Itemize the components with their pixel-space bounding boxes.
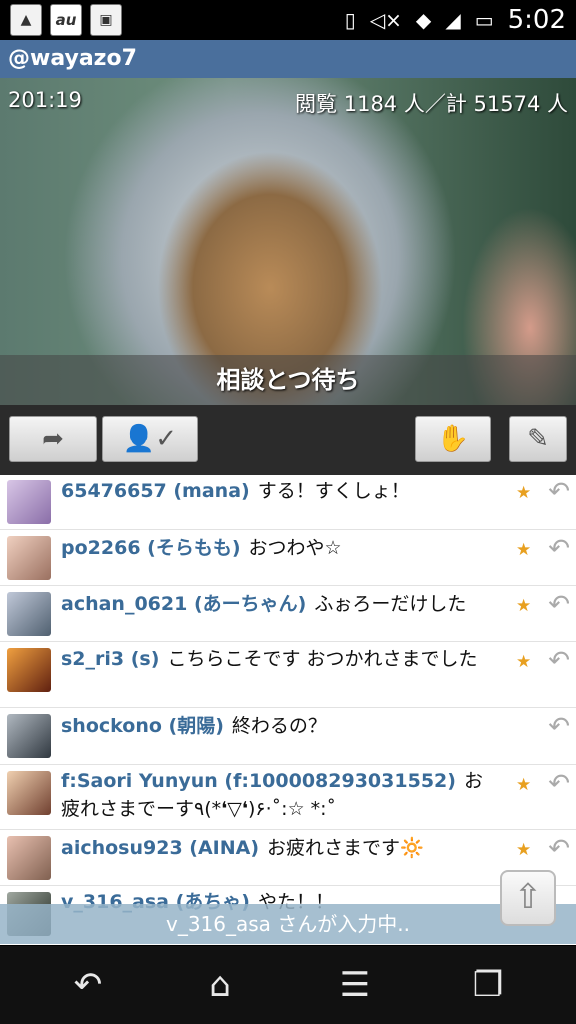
arrow-up-icon: ⇧ (513, 877, 543, 917)
reply-icon[interactable]: ↶ (548, 536, 570, 562)
comment-button[interactable]: ✎ (509, 416, 567, 462)
avatar[interactable] (7, 836, 51, 880)
viewer-count: 閲覧 1184 人／計 51574 人 (295, 92, 568, 116)
comment-text: する！すくしょ！ (257, 480, 410, 502)
live-video[interactable]: 201:19 閲覧 1184 人／計 51574 人 相談とつ待ち (0, 78, 576, 405)
photo-notification-icon: ▣ (90, 4, 122, 36)
comment-list[interactable]: 65476657 (mana) する！すくしょ！ ★ ↶ po2266 (そらもも… (0, 475, 576, 945)
comment-username[interactable]: shockono (朝陽) (61, 715, 224, 737)
star-icon: ★ (516, 840, 532, 860)
comment-username[interactable]: po2266 (そらもも) (61, 537, 241, 559)
comment-username[interactable]: aichosu923 (AINA) (61, 837, 259, 859)
recent-apps-icon: ❐ (472, 965, 504, 1005)
avatar[interactable] (7, 714, 51, 758)
action-toolbar: ➦ 👤✓ ✋ ✎ (0, 405, 576, 475)
status-bar: ▲ au ▣ ▯ ◁× ◆ ◢ ▭ 5:02 (0, 0, 576, 40)
status-time: 5:02 (507, 5, 566, 35)
comment-row: shockono (朝陽) 終わるの？ ↶ (0, 708, 576, 765)
comment-row: aichosu923 (AINA) お疲れさまです🔆 ★ ↶ (0, 830, 576, 886)
star-icon: ★ (516, 483, 532, 503)
vibrate-icon: ▯ (344, 8, 356, 32)
comment-row: f:Saori Yunyun (f:100008293031552) お疲れさまで… (0, 765, 576, 830)
back-button[interactable]: ↶ (58, 960, 118, 1010)
avatar[interactable] (7, 592, 51, 636)
home-icon: ⌂ (209, 965, 231, 1005)
gallery-notification-icon: ▲ (10, 4, 42, 36)
avatar[interactable] (7, 771, 51, 815)
star-icon: ★ (516, 596, 532, 616)
comment-username[interactable]: achan_0621 (あーちゃん) (61, 593, 306, 615)
share-icon: ➦ (42, 424, 64, 454)
home-button[interactable]: ⌂ (190, 960, 250, 1010)
avatar[interactable] (7, 480, 51, 524)
comment-row: 65476657 (mana) する！すくしょ！ ★ ↶ (0, 475, 576, 530)
reply-icon[interactable]: ↶ (548, 592, 570, 618)
menu-icon: ☰ (339, 965, 371, 1005)
clap-button[interactable]: ✋ (415, 416, 491, 462)
comment-text: おつわや☆ (248, 537, 342, 559)
recent-apps-button[interactable]: ❐ (458, 960, 518, 1010)
mute-icon: ◁× (369, 8, 402, 32)
comment-row: achan_0621 (あーちゃん) ふぉろーだけした ★ ↶ (0, 586, 576, 642)
navigation-bar: ↶ ⌂ ☰ ❐ (0, 946, 576, 1024)
clap-icon: ✋ (436, 424, 470, 454)
comment-text: こちらこそです おつかれさまでした (167, 648, 478, 670)
signal-icon: ◢ (445, 8, 461, 32)
avatar[interactable] (7, 536, 51, 580)
au-icon: au (50, 4, 82, 36)
back-icon: ↶ (73, 965, 103, 1005)
reply-icon[interactable]: ↶ (548, 648, 570, 674)
elapsed-time: 201:19 (8, 88, 82, 112)
star-icon: ★ (516, 652, 532, 672)
comment-username[interactable]: s2_ri3 (s) (61, 648, 159, 670)
comment-username[interactable]: 65476657 (mana) (61, 480, 250, 502)
typing-indicator: v_316_asa さんが入力中.. (0, 904, 576, 944)
reply-icon[interactable]: ↶ (548, 479, 570, 505)
follow-button[interactable]: 👤✓ (102, 416, 198, 462)
comment-username[interactable]: f:Saori Yunyun (f:100008293031552) (61, 770, 456, 792)
scroll-to-top-button[interactable]: ⇧ (500, 870, 556, 926)
wifi-icon: ◆ (415, 8, 432, 32)
comment-text: 終わるの？ (231, 715, 327, 737)
comment-text: ふぉろーだけした (314, 593, 467, 615)
user-check-icon: 👤✓ (122, 424, 178, 454)
menu-button[interactable]: ☰ (325, 960, 385, 1010)
comment-text: お疲れさまです🔆 (267, 837, 424, 859)
broadcaster-username: @wayazo7 (0, 40, 576, 78)
share-button[interactable]: ➦ (9, 416, 97, 462)
star-icon: ★ (516, 775, 532, 795)
reply-icon[interactable]: ↶ (548, 836, 570, 862)
battery-charging-icon: ▭ (474, 8, 494, 32)
comment-row: s2_ri3 (s) こちらこそです おつかれさまでした ★ ↶ (0, 642, 576, 708)
star-icon: ★ (516, 540, 532, 560)
reply-icon[interactable]: ↶ (548, 714, 570, 740)
pencil-icon: ✎ (527, 424, 549, 454)
reply-icon[interactable]: ↶ (548, 771, 570, 797)
avatar[interactable] (7, 648, 51, 692)
broadcast-caption: 相談とつ待ち (0, 355, 576, 405)
comment-row: po2266 (そらもも) おつわや☆ ★ ↶ (0, 530, 576, 586)
